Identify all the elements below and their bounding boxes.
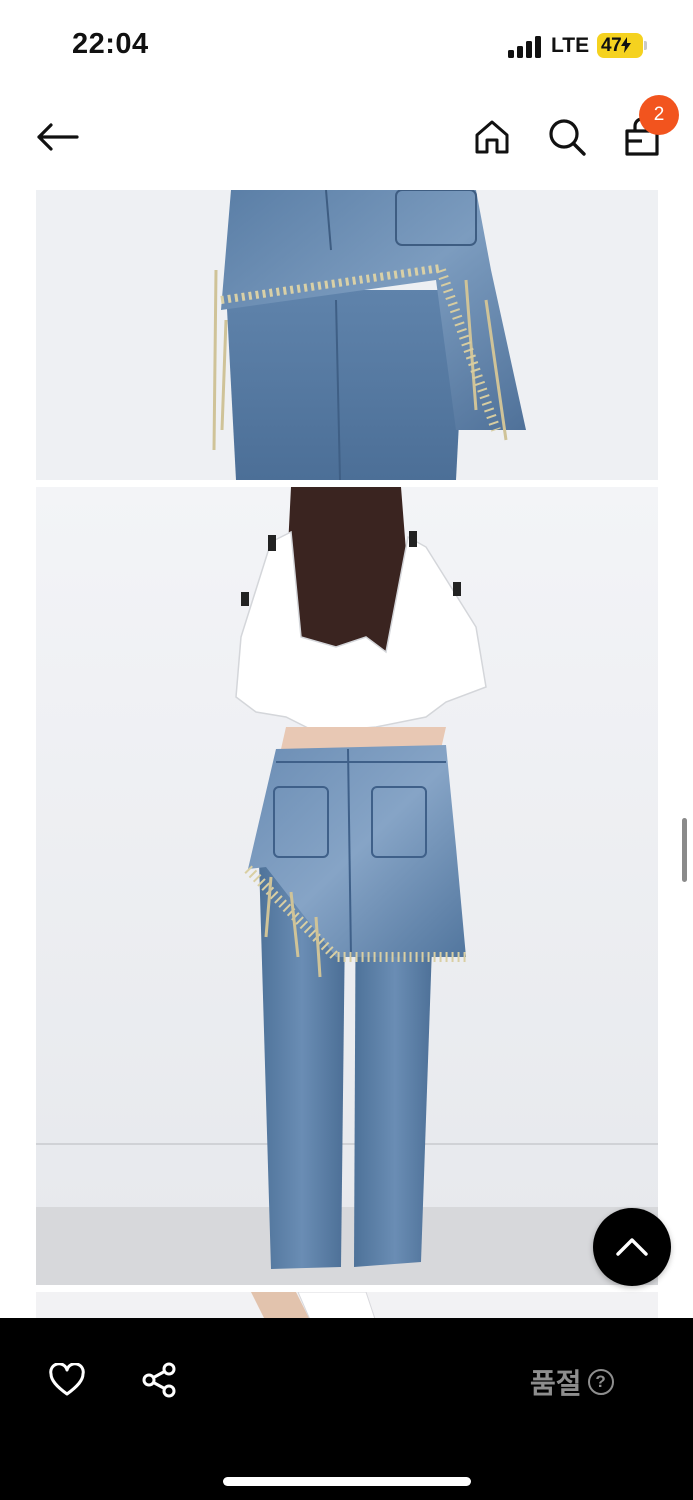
status-time: 22:04: [72, 28, 149, 60]
signal-bars-icon: [508, 36, 542, 58]
back-button[interactable]: [32, 112, 82, 162]
product-image-model-back-view[interactable]: [36, 487, 658, 1285]
scroll-to-top-button[interactable]: [593, 1208, 671, 1286]
search-button[interactable]: [542, 112, 592, 162]
home-icon: [475, 120, 509, 154]
wishlist-button[interactable]: [45, 1358, 89, 1402]
cart-count-badge: 2: [639, 95, 679, 135]
skirt-close-up-photo: [36, 190, 658, 480]
top-nav-header: [0, 90, 693, 190]
back-arrow-icon: [37, 123, 79, 151]
scrollbar[interactable]: [682, 818, 687, 882]
heart-icon: [49, 1363, 85, 1396]
home-button[interactable]: [467, 112, 517, 162]
battery-charging-icon: 47: [597, 33, 647, 58]
share-button[interactable]: [137, 1358, 181, 1402]
battery-level: 47: [601, 35, 622, 56]
bottom-action-bar: 품절 ?: [0, 1318, 693, 1500]
network-type: LTE: [551, 34, 590, 57]
chevron-up-icon: [616, 1238, 648, 1256]
sold-out-label: 품절: [530, 1367, 582, 1400]
status-bar: 22:04 LTE 47: [0, 0, 693, 90]
model-back-view-photo: [36, 487, 658, 1285]
product-detail-page: 22:04 LTE 47 2 품절 ?: [0, 0, 693, 1500]
share-icon: [142, 1362, 176, 1398]
search-icon: [549, 119, 586, 156]
help-icon[interactable]: ?: [587, 1369, 614, 1395]
sold-out-status: 품절 ?: [530, 1362, 614, 1402]
home-indicator[interactable]: [223, 1477, 471, 1486]
product-image-skirt-close-up[interactable]: [36, 190, 658, 480]
